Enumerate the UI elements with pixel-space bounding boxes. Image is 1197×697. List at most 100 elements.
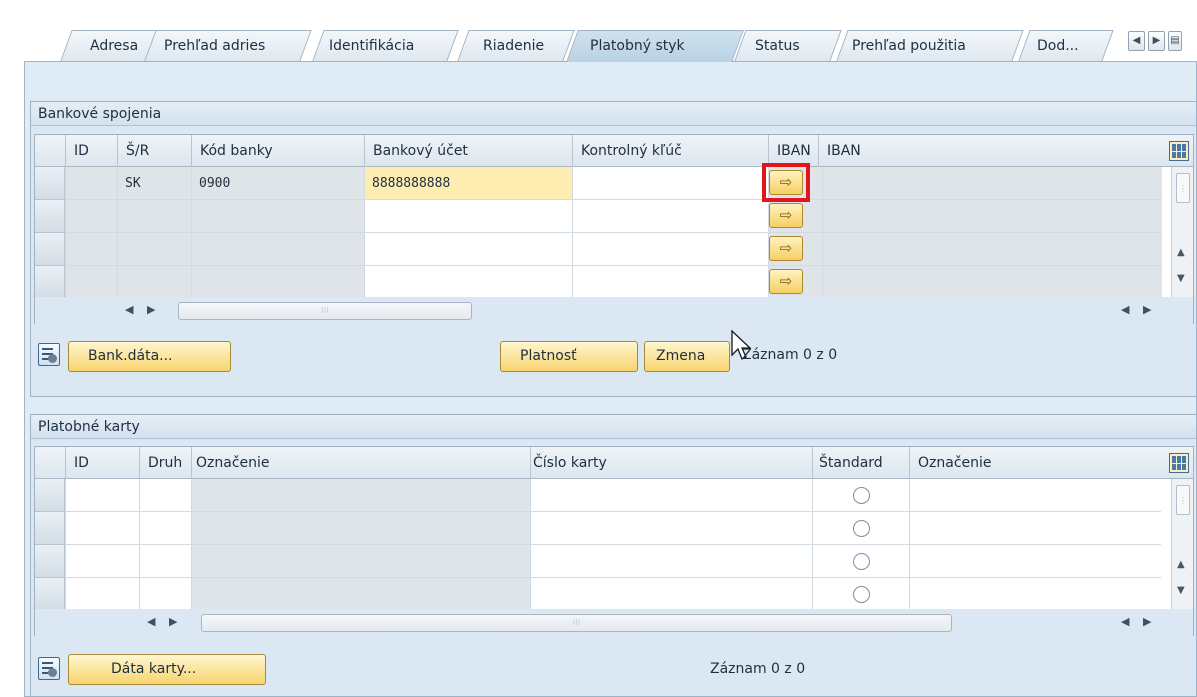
- scroll-down-icon[interactable]: ▼: [1177, 585, 1185, 596]
- standard-radio[interactable]: [853, 553, 870, 570]
- cell-bank-account[interactable]: [364, 266, 572, 299]
- col-header-label[interactable]: Označenie: [191, 447, 530, 479]
- row-selector[interactable]: [35, 545, 65, 578]
- scroll-down-icon[interactable]: ▼: [1177, 273, 1185, 284]
- cell-bank-code[interactable]: [191, 266, 364, 299]
- standard-radio[interactable]: [853, 487, 870, 504]
- detail-view-icon[interactable]: [38, 343, 60, 366]
- cell-country[interactable]: [117, 266, 191, 299]
- cell-country[interactable]: [117, 200, 191, 233]
- col-header-designation[interactable]: Označenie: [909, 447, 1159, 479]
- hscroll-thumb[interactable]: ⁝⁝⁝: [201, 614, 952, 632]
- cell-country[interactable]: SK: [117, 167, 191, 200]
- cell-card-number[interactable]: [530, 578, 812, 611]
- change-button[interactable]: Zmena: [644, 341, 730, 372]
- cell-bank-account[interactable]: 8888888888: [364, 167, 572, 200]
- tab-list-icon[interactable]: ▤: [1168, 31, 1182, 51]
- standard-radio[interactable]: [853, 520, 870, 537]
- tab-label-adresa[interactable]: Adresa: [90, 36, 138, 56]
- col-header-type[interactable]: Druh: [139, 447, 191, 479]
- cell-bank-code[interactable]: 0900: [191, 167, 364, 200]
- cell-designation[interactable]: [909, 578, 1161, 611]
- column-config-icon[interactable]: [1169, 141, 1189, 161]
- cell-control-key[interactable]: [572, 167, 768, 200]
- col-header-country[interactable]: Š/R: [117, 135, 191, 167]
- bank-table-hscroll[interactable]: ◀ ▶ ⁝⁝⁝ ◀ ▶: [35, 297, 1193, 325]
- tab-label-prehlad-adries[interactable]: Prehľad adries: [164, 36, 265, 56]
- col-header-standard[interactable]: Štandard: [812, 447, 909, 479]
- tab-label-dod[interactable]: Dod...: [1037, 36, 1079, 56]
- tab-label-prehlad-pouzitia[interactable]: Prehľad použitia: [852, 36, 966, 56]
- scroll-left-icon[interactable]: ◀: [147, 615, 155, 628]
- vscroll-thumb[interactable]: ⋮: [1176, 485, 1190, 515]
- scroll-left-icon[interactable]: ◀: [1121, 615, 1129, 628]
- cell-type[interactable]: [139, 578, 191, 611]
- tab-label-platobny-styk[interactable]: Platobný styk: [590, 36, 685, 56]
- iban-button[interactable]: ⇨: [769, 269, 803, 294]
- cell-bank-code[interactable]: [191, 200, 364, 233]
- cell-id[interactable]: [65, 545, 139, 578]
- bank-data-button[interactable]: Bank.dáta...: [68, 341, 231, 372]
- cards-table-hscroll[interactable]: ◀ ▶ ⁝⁝⁝ ◀ ▶: [35, 609, 1193, 637]
- tab-scroll-right-icon[interactable]: ▶: [1148, 31, 1165, 51]
- cell-card-number[interactable]: [530, 512, 812, 545]
- tab-label-identifikacia[interactable]: Identifikácia: [329, 36, 414, 56]
- cell-designation[interactable]: [909, 512, 1161, 545]
- cell-bank-code[interactable]: [191, 233, 364, 266]
- col-header-card-number[interactable]: Číslo karty: [530, 447, 812, 479]
- cell-type[interactable]: [139, 512, 191, 545]
- cell-bank-account[interactable]: [364, 200, 572, 233]
- cell-type[interactable]: [139, 545, 191, 578]
- card-data-button[interactable]: Dáta karty...: [68, 654, 266, 685]
- tab-label-status[interactable]: Status: [755, 36, 800, 56]
- col-header-id[interactable]: ID: [65, 447, 139, 479]
- cell-id[interactable]: [65, 479, 139, 512]
- cell-bank-account[interactable]: [364, 233, 572, 266]
- row-selector[interactable]: [35, 578, 65, 611]
- row-selector[interactable]: [35, 200, 65, 233]
- cell-id[interactable]: [65, 512, 139, 545]
- column-config-icon[interactable]: [1169, 453, 1189, 473]
- cell-control-key[interactable]: [572, 233, 768, 266]
- scroll-right-icon[interactable]: ▶: [1143, 615, 1151, 628]
- scroll-right-icon[interactable]: ▶: [147, 303, 155, 316]
- scroll-right-icon[interactable]: ▶: [1143, 303, 1151, 316]
- cell-designation[interactable]: [909, 479, 1161, 512]
- vscroll-thumb[interactable]: ⋮: [1176, 173, 1190, 203]
- validity-button[interactable]: Platnosť: [500, 341, 638, 372]
- cell-id[interactable]: [65, 233, 117, 266]
- detail-view-icon[interactable]: [38, 657, 60, 680]
- hscroll-thumb[interactable]: ⁝⁝⁝: [178, 302, 472, 320]
- col-header-iban[interactable]: IBAN: [818, 135, 1158, 167]
- tab-label-riadenie[interactable]: Riadenie: [483, 36, 544, 56]
- cell-id[interactable]: [65, 167, 117, 200]
- scroll-left-icon[interactable]: ◀: [1121, 303, 1129, 316]
- col-header-id[interactable]: ID: [65, 135, 117, 167]
- scroll-up-icon[interactable]: ▲: [1177, 247, 1185, 258]
- row-selector[interactable]: [35, 266, 65, 299]
- iban-button[interactable]: ⇨: [769, 203, 803, 228]
- cell-designation[interactable]: [909, 545, 1161, 578]
- cell-id[interactable]: [65, 200, 117, 233]
- cell-id[interactable]: [65, 266, 117, 299]
- iban-button[interactable]: ⇨: [769, 236, 803, 261]
- col-header-control-key[interactable]: Kontrolný kľúč: [572, 135, 768, 167]
- scroll-right-icon[interactable]: ▶: [169, 615, 177, 628]
- row-selector[interactable]: [35, 233, 65, 266]
- cell-id[interactable]: [65, 578, 139, 611]
- cell-card-number[interactable]: [530, 545, 812, 578]
- row-selector[interactable]: [35, 479, 65, 512]
- row-selector[interactable]: [35, 512, 65, 545]
- tab-scroll-left-icon[interactable]: ◀: [1128, 31, 1145, 51]
- cell-country[interactable]: [117, 233, 191, 266]
- scroll-up-icon[interactable]: ▲: [1177, 559, 1185, 570]
- cell-control-key[interactable]: [572, 266, 768, 299]
- bank-table-vscroll[interactable]: ⋮ ▲ ▼: [1171, 167, 1193, 299]
- cell-card-number[interactable]: [530, 479, 812, 512]
- col-header-bank-account[interactable]: Bankový účet: [364, 135, 572, 167]
- cards-table-vscroll[interactable]: ⋮ ▲ ▼: [1171, 479, 1193, 611]
- row-selector[interactable]: [35, 167, 65, 200]
- cell-control-key[interactable]: [572, 200, 768, 233]
- cell-type[interactable]: [139, 479, 191, 512]
- standard-radio[interactable]: [853, 586, 870, 603]
